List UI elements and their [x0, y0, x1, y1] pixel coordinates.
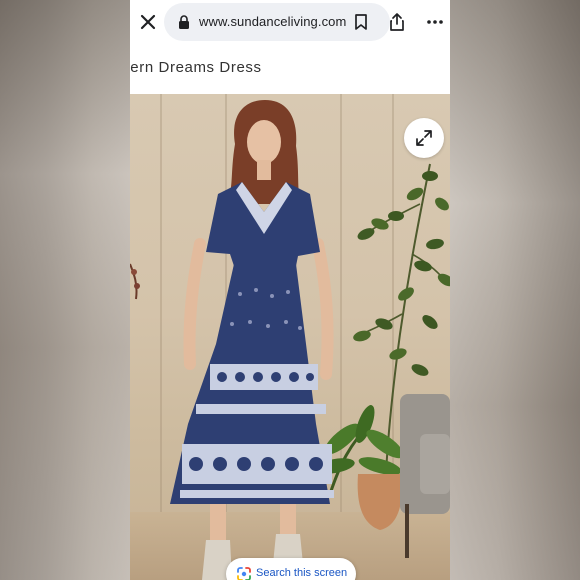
- lock-icon: [179, 15, 189, 29]
- more-vertical-icon[interactable]: [426, 12, 444, 32]
- photo-scene: [130, 100, 450, 580]
- bookmark-icon[interactable]: [352, 13, 370, 31]
- search-this-screen-button[interactable]: Search this screen: [226, 558, 356, 580]
- search-this-screen-label: Search this screen: [256, 567, 348, 579]
- close-icon[interactable]: [136, 10, 160, 34]
- armchair: [400, 394, 450, 558]
- share-icon[interactable]: [388, 12, 406, 32]
- product-title: Western Dreams Dress: [130, 59, 262, 76]
- terracotta-pot: [357, 474, 403, 530]
- model-wearing-dress: [170, 100, 334, 580]
- blurred-background-right: [450, 0, 580, 580]
- address-bar[interactable]: www.sundanceliving.com: [164, 3, 390, 41]
- blurred-background-left: [0, 0, 130, 580]
- product-photo[interactable]: [130, 94, 450, 580]
- url-text: www.sundanceliving.com: [199, 14, 347, 29]
- browser-toolbar: www.sundanceliving.com: [130, 0, 450, 44]
- phone-screen: www.sundanceliving.com Western Dreams Dr…: [130, 0, 450, 580]
- lens-icon: [237, 567, 251, 580]
- expand-icon[interactable]: [404, 118, 444, 158]
